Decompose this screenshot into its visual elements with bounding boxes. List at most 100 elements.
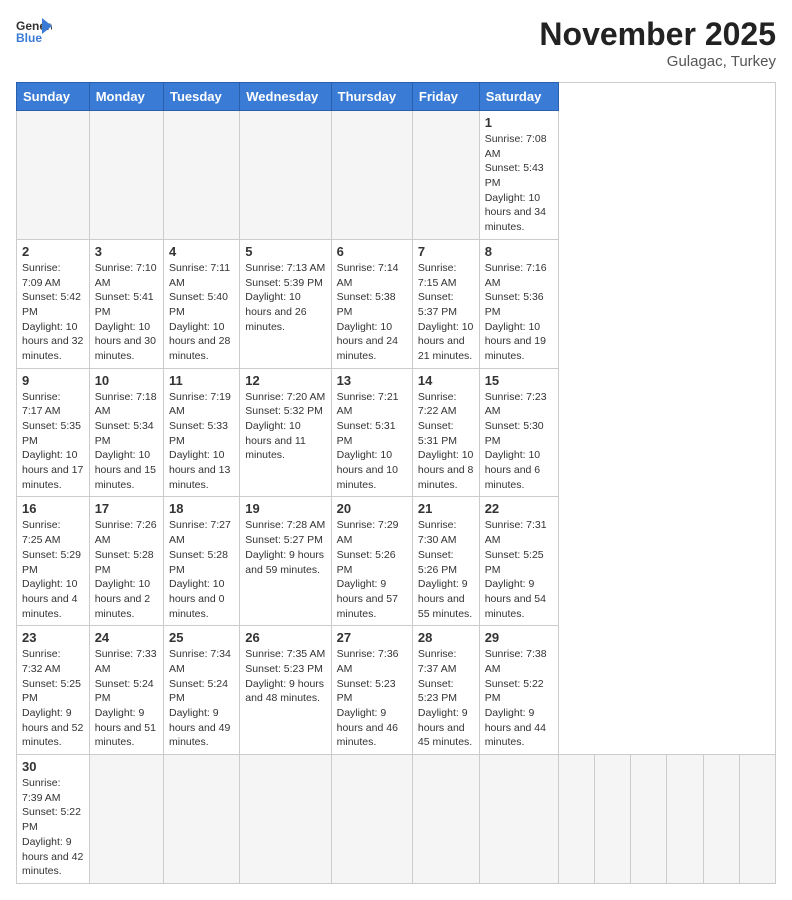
day-info: Sunrise: 7:27 AM Sunset: 5:28 PM Dayligh… [169, 518, 234, 621]
page-header: General Blue November 2025 Gulagac, Turk… [16, 16, 776, 70]
day-number: 18 [169, 501, 234, 516]
day-number: 17 [95, 501, 158, 516]
day-number: 22 [485, 501, 553, 516]
calendar-cell: 23 Sunrise: 7:32 AM Sunset: 5:25 PM Dayli… [17, 626, 90, 755]
calendar-cell-empty [703, 755, 739, 884]
calendar-row-5: 23 Sunrise: 7:32 AM Sunset: 5:25 PM Dayli… [17, 626, 776, 755]
calendar-cell: 25Sunrise: 7:34 AM Sunset: 5:24 PM Dayli… [163, 626, 239, 755]
day-info: Sunrise: 7:21 AM Sunset: 5:31 PM Dayligh… [337, 390, 407, 493]
day-number: 20 [337, 501, 407, 516]
day-number: 14 [418, 373, 474, 388]
calendar-cell: 22Sunrise: 7:31 AM Sunset: 5:25 PM Dayli… [479, 497, 558, 626]
day-number: 16 [22, 501, 84, 516]
day-info: Sunrise: 7:10 AM Sunset: 5:41 PM Dayligh… [95, 261, 158, 364]
logo-icon: General Blue [16, 16, 52, 46]
calendar-cell: 6 Sunrise: 7:14 AM Sunset: 5:38 PM Daylig… [331, 239, 412, 368]
day-number: 21 [418, 501, 474, 516]
header-wednesday: Wednesday [240, 83, 331, 111]
calendar-cell: 18 Sunrise: 7:27 AM Sunset: 5:28 PM Dayli… [163, 497, 239, 626]
calendar-cell [412, 111, 479, 240]
logo: General Blue [16, 16, 52, 46]
calendar-cell [331, 111, 412, 240]
day-info: Sunrise: 7:19 AM Sunset: 5:33 PM Dayligh… [169, 390, 234, 493]
calendar-cell: 11 Sunrise: 7:19 AM Sunset: 5:33 PM Dayli… [163, 368, 239, 497]
day-info: Sunrise: 7:33 AM Sunset: 5:24 PM Dayligh… [95, 647, 158, 750]
day-number: 13 [337, 373, 407, 388]
day-info: Sunrise: 7:36 AM Sunset: 5:23 PM Dayligh… [337, 647, 407, 750]
day-info: Sunrise: 7:08 AM Sunset: 5:43 PM Dayligh… [485, 132, 553, 235]
calendar-cell: 8 Sunrise: 7:16 AM Sunset: 5:36 PM Daylig… [479, 239, 558, 368]
day-number: 8 [485, 244, 553, 259]
calendar-cell: 5Sunrise: 7:13 AM Sunset: 5:39 PM Daylig… [240, 239, 331, 368]
calendar-cell [17, 111, 90, 240]
day-number: 15 [485, 373, 553, 388]
calendar-row-2: 2 Sunrise: 7:09 AM Sunset: 5:42 PM Daylig… [17, 239, 776, 368]
day-info: Sunrise: 7:18 AM Sunset: 5:34 PM Dayligh… [95, 390, 158, 493]
calendar-cell: 3 Sunrise: 7:10 AM Sunset: 5:41 PM Daylig… [89, 239, 163, 368]
calendar-cell: 30Sunrise: 7:39 AM Sunset: 5:22 PM Dayli… [17, 755, 90, 884]
calendar-cell [331, 755, 412, 884]
day-info: Sunrise: 7:28 AM Sunset: 5:27 PM Dayligh… [245, 518, 325, 577]
calendar-table: Sunday Monday Tuesday Wednesday Thursday… [16, 82, 776, 884]
day-number: 24 [95, 630, 158, 645]
title-area: November 2025 Gulagac, Turkey [539, 16, 776, 70]
day-number: 23 [22, 630, 84, 645]
day-number: 11 [169, 373, 234, 388]
calendar-cell [89, 111, 163, 240]
header-sunday: Sunday [17, 83, 90, 111]
svg-text:Blue: Blue [16, 31, 42, 45]
day-info: Sunrise: 7:22 AM Sunset: 5:31 PM Dayligh… [418, 390, 474, 493]
calendar-cell [163, 755, 239, 884]
day-info: Sunrise: 7:23 AM Sunset: 5:30 PM Dayligh… [485, 390, 553, 493]
day-info: Sunrise: 7:14 AM Sunset: 5:38 PM Dayligh… [337, 261, 407, 364]
header-saturday: Saturday [479, 83, 558, 111]
day-number: 2 [22, 244, 84, 259]
day-info: Sunrise: 7:17 AM Sunset: 5:35 PM Dayligh… [22, 390, 84, 493]
day-number: 4 [169, 244, 234, 259]
calendar-cell-empty [667, 755, 703, 884]
calendar-cell [479, 755, 558, 884]
day-info: Sunrise: 7:39 AM Sunset: 5:22 PM Dayligh… [22, 776, 84, 879]
day-info: Sunrise: 7:09 AM Sunset: 5:42 PM Dayligh… [22, 261, 84, 364]
calendar-cell [240, 755, 331, 884]
calendar-cell: 26Sunrise: 7:35 AM Sunset: 5:23 PM Dayli… [240, 626, 331, 755]
month-title: November 2025 [539, 16, 776, 53]
calendar-cell: 20Sunrise: 7:29 AM Sunset: 5:26 PM Dayli… [331, 497, 412, 626]
header-tuesday: Tuesday [163, 83, 239, 111]
calendar-cell: 27 Sunrise: 7:36 AM Sunset: 5:23 PM Dayli… [331, 626, 412, 755]
day-number: 5 [245, 244, 325, 259]
day-number: 6 [337, 244, 407, 259]
day-info: Sunrise: 7:20 AM Sunset: 5:32 PM Dayligh… [245, 390, 325, 463]
day-number: 3 [95, 244, 158, 259]
calendar-cell: 13 Sunrise: 7:21 AM Sunset: 5:31 PM Dayli… [331, 368, 412, 497]
calendar-cell: 21 Sunrise: 7:30 AM Sunset: 5:26 PM Dayli… [412, 497, 479, 626]
calendar-cell [163, 111, 239, 240]
weekday-header-row: Sunday Monday Tuesday Wednesday Thursday… [17, 83, 776, 111]
day-number: 29 [485, 630, 553, 645]
calendar-cell: 29 Sunrise: 7:38 AM Sunset: 5:22 PM Dayli… [479, 626, 558, 755]
calendar-cell: 17 Sunrise: 7:26 AM Sunset: 5:28 PM Dayli… [89, 497, 163, 626]
day-info: Sunrise: 7:35 AM Sunset: 5:23 PM Dayligh… [245, 647, 325, 706]
calendar-cell: 28Sunrise: 7:37 AM Sunset: 5:23 PM Dayli… [412, 626, 479, 755]
calendar-cell: 1 Sunrise: 7:08 AM Sunset: 5:43 PM Daylig… [479, 111, 558, 240]
calendar-cell [240, 111, 331, 240]
day-info: Sunrise: 7:38 AM Sunset: 5:22 PM Dayligh… [485, 647, 553, 750]
calendar-cell: 19Sunrise: 7:28 AM Sunset: 5:27 PM Dayli… [240, 497, 331, 626]
day-number: 27 [337, 630, 407, 645]
calendar-cell: 15 Sunrise: 7:23 AM Sunset: 5:30 PM Dayli… [479, 368, 558, 497]
day-number: 1 [485, 115, 553, 130]
calendar-cell: 14 Sunrise: 7:22 AM Sunset: 5:31 PM Dayli… [412, 368, 479, 497]
calendar-cell [412, 755, 479, 884]
day-number: 10 [95, 373, 158, 388]
day-info: Sunrise: 7:32 AM Sunset: 5:25 PM Dayligh… [22, 647, 84, 750]
day-info: Sunrise: 7:16 AM Sunset: 5:36 PM Dayligh… [485, 261, 553, 364]
day-info: Sunrise: 7:26 AM Sunset: 5:28 PM Dayligh… [95, 518, 158, 621]
calendar-cell: 24 Sunrise: 7:33 AM Sunset: 5:24 PM Dayli… [89, 626, 163, 755]
day-info: Sunrise: 7:30 AM Sunset: 5:26 PM Dayligh… [418, 518, 474, 621]
calendar-cell: 10 Sunrise: 7:18 AM Sunset: 5:34 PM Dayli… [89, 368, 163, 497]
calendar-cell: 12Sunrise: 7:20 AM Sunset: 5:32 PM Dayli… [240, 368, 331, 497]
calendar-cell-empty [558, 755, 594, 884]
location-title: Gulagac, Turkey [539, 53, 776, 70]
day-info: Sunrise: 7:25 AM Sunset: 5:29 PM Dayligh… [22, 518, 84, 621]
calendar-cell: 2 Sunrise: 7:09 AM Sunset: 5:42 PM Daylig… [17, 239, 90, 368]
